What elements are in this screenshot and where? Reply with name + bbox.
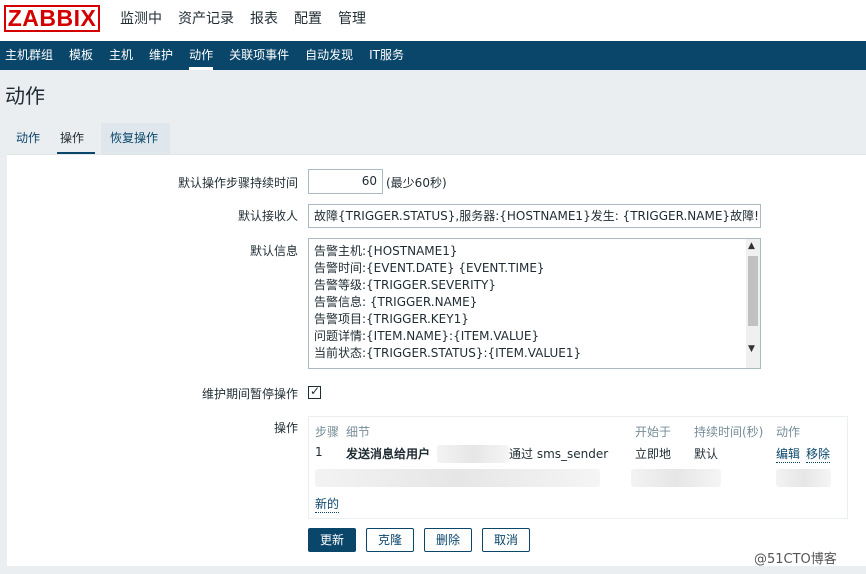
menu-reports[interactable]: 报表 [242,0,286,41]
menu-administration[interactable]: 管理 [330,0,374,41]
redacted-blur [631,469,721,487]
page-title: 动作 [5,84,45,108]
operations-table: 步骤 细节 开始于 持续时间(秒) 动作 1 发送消息给用户 通过 sms_se… [308,416,848,519]
duration-hint: (最少60秒) [386,176,447,190]
top-header: ZABBIX 监测中 资产记录 报表 配置 管理 [0,0,866,41]
submenu-it-services[interactable]: IT服务 [361,41,412,70]
edit-link[interactable]: 编辑 [776,445,801,463]
message-scrollbar[interactable]: ▲ ▼ [746,239,760,368]
tab-bar: 动作 操作 恢复操作 [7,123,866,154]
submenu-discovery[interactable]: 自动发现 [297,41,361,70]
new-operation-link[interactable]: 新的 [315,495,340,513]
scroll-down-icon[interactable]: ▼ [748,344,755,354]
message-line: 告警信息: {TRIGGER.NAME} [314,295,478,309]
delete-button[interactable]: 删除 [424,528,472,552]
submenu-hosts[interactable]: 主机 [101,41,141,70]
zabbix-logo[interactable]: ZABBIX [4,5,100,32]
operations-label: 操作 [273,421,298,435]
message-line: 告警时间:{EVENT.DATE} {EVENT.TIME} [314,261,545,275]
redacted-blur [776,469,831,487]
tab-action[interactable]: 动作 [7,123,51,154]
message-label: 默认信息 [249,244,298,258]
submenu-templates[interactable]: 模板 [61,41,101,70]
duration-input[interactable]: 60 [308,169,383,194]
submenu-event-correlation[interactable]: 关联项事件 [221,41,297,70]
col-duration: 持续时间(秒) [694,425,764,439]
col-detail: 细节 [346,425,371,439]
row-step: 1 [315,445,323,459]
row-start: 立即地 [635,447,672,461]
main-menu: 监测中 资产记录 报表 配置 管理 [112,0,374,41]
pause-label: 维护期间暂停操作 [201,387,298,401]
submenu-host-groups[interactable]: 主机群组 [0,41,61,70]
update-button[interactable]: 更新 [308,528,356,552]
redacted-blur [437,445,509,463]
submenu-maintenance[interactable]: 维护 [141,41,181,70]
pause-checkbox[interactable]: ✓ [308,384,321,399]
sub-menu: 主机群组 模板 主机 维护 动作 关联项事件 自动发现 IT服务 [0,41,866,70]
message-line: 当前状态:{TRIGGER.STATUS}:{ITEM.VALUE1} [314,346,582,360]
tab-operations[interactable]: 操作 [51,123,101,154]
checkmark-icon: ✓ [310,384,321,398]
scroll-up-icon[interactable]: ▲ [748,241,755,251]
message-line: 告警项目:{TRIGGER.KEY1} [314,312,469,326]
menu-monitoring[interactable]: 监测中 [112,0,170,41]
submenu-actions[interactable]: 动作 [181,41,221,70]
duration-label: 默认操作步骤持续时间 [177,176,298,190]
tab-recovery-operations[interactable]: 恢复操作 [101,123,170,154]
message-textarea[interactable]: 告警主机:{HOSTNAME1} 告警时间:{EVENT.DATE} {EVEN… [308,238,761,369]
row-detail-suffix: 通过 sms_sender [509,447,609,461]
message-lines: 告警主机:{HOSTNAME1} 告警时间:{EVENT.DATE} {EVEN… [314,243,581,362]
remove-link[interactable]: 移除 [806,445,831,463]
menu-inventory[interactable]: 资产记录 [170,0,242,41]
subject-input[interactable]: 故障{TRIGGER.STATUS},服务器:{HOSTNAME1}发生: {T… [308,204,761,228]
col-start: 开始于 [635,425,672,439]
redacted-blur [315,469,600,487]
menu-configuration[interactable]: 配置 [286,0,330,41]
col-step: 步骤 [315,425,340,439]
row-duration: 默认 [694,447,719,461]
row-detail-prefix: 发送消息给用户 [346,447,431,461]
col-action: 动作 [776,425,801,439]
subject-label: 默认接收人 [237,209,298,223]
cancel-button[interactable]: 取消 [482,528,530,552]
message-line: 问题详情:{ITEM.NAME}:{ITEM.VALUE} [314,329,540,343]
message-line: 告警主机:{HOSTNAME1} [314,244,458,258]
message-line: 告警等级:{TRIGGER.SEVERITY} [314,278,496,292]
scroll-thumb[interactable] [748,256,758,326]
clone-button[interactable]: 克隆 [366,528,414,552]
watermark: @51CTO博客 [754,552,837,567]
